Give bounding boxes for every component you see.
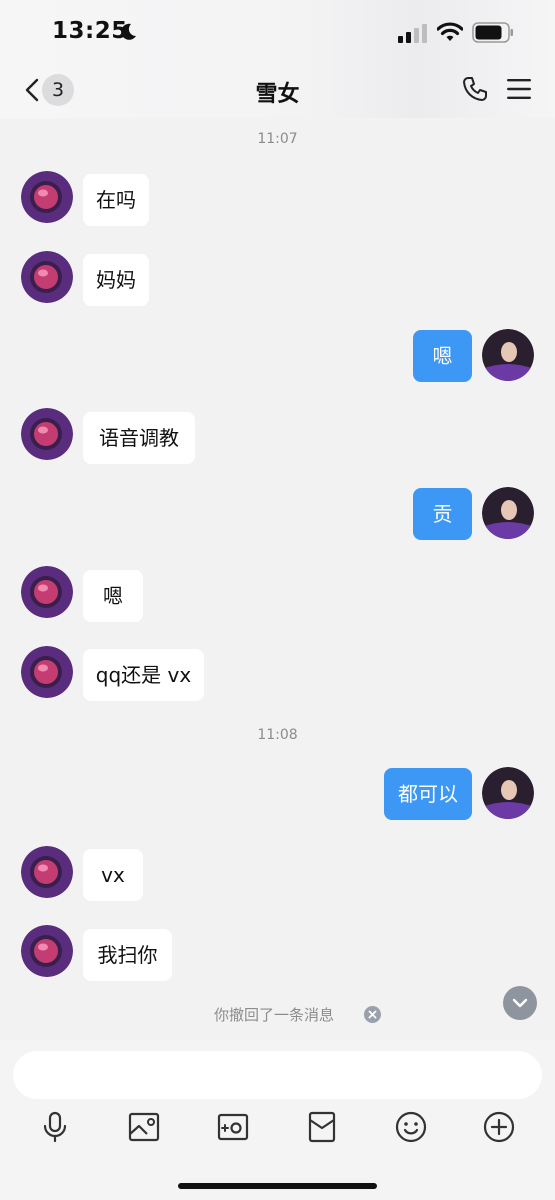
message-bubble-incoming[interactable]: qq还是 vx	[83, 649, 204, 701]
contact-avatar-image	[21, 408, 73, 460]
home-indicator[interactable]	[178, 1183, 377, 1189]
contact-avatar-image	[21, 251, 73, 303]
message-timestamp: 11:07	[257, 131, 298, 147]
microphone-icon[interactable]	[38, 1110, 72, 1144]
message-bubble-incoming[interactable]: 语音调教	[83, 412, 195, 464]
contact-avatar[interactable]	[21, 408, 73, 460]
battery-icon	[472, 22, 513, 43]
user-avatar-image	[482, 767, 534, 819]
contact-avatar-image	[21, 925, 73, 977]
contact-avatar-image	[21, 846, 73, 898]
status-bar: 13:25	[0, 0, 555, 62]
chat-header: 3 雪女	[0, 62, 555, 118]
message-bubble-incoming[interactable]: vx	[83, 849, 143, 901]
message-bubble-outgoing[interactable]: 贡	[413, 488, 472, 540]
red-packet-icon[interactable]	[305, 1110, 339, 1144]
phone-icon[interactable]	[462, 76, 488, 102]
recall-notice-text: 你撤回了一条消息	[214, 1006, 335, 1024]
status-time: 13:25	[52, 18, 128, 44]
wifi-icon	[437, 22, 463, 41]
user-avatar[interactable]	[482, 767, 534, 819]
user-avatar[interactable]	[482, 487, 534, 539]
contact-avatar-image	[21, 566, 73, 618]
message-timestamp: 11:08	[257, 727, 298, 743]
moon-icon	[121, 23, 136, 40]
message-input[interactable]	[13, 1051, 542, 1099]
message-bubble-incoming[interactable]: 在吗	[83, 174, 149, 226]
contact-avatar[interactable]	[21, 846, 73, 898]
contact-avatar-image	[21, 646, 73, 698]
contact-avatar[interactable]	[21, 566, 73, 618]
recall-notice: 你撤回了一条消息	[0, 1002, 555, 1024]
contact-avatar[interactable]	[21, 646, 73, 698]
user-avatar-image	[482, 329, 534, 381]
message-bubble-outgoing[interactable]: 嗯	[413, 330, 472, 382]
emoji-icon[interactable]	[394, 1110, 428, 1144]
close-icon[interactable]	[364, 1006, 381, 1023]
message-bubble-incoming[interactable]: 嗯	[83, 570, 143, 622]
menu-icon[interactable]	[506, 78, 532, 100]
signal-icon	[398, 24, 427, 43]
contact-avatar-image	[21, 171, 73, 223]
image-icon[interactable]	[127, 1110, 161, 1144]
scroll-to-bottom-button[interactable]	[502, 986, 538, 1022]
message-bubble-outgoing[interactable]: 都可以	[384, 768, 472, 820]
camera-icon[interactable]	[216, 1110, 250, 1144]
plus-icon[interactable]	[482, 1110, 516, 1144]
contact-avatar[interactable]	[21, 925, 73, 977]
user-avatar[interactable]	[482, 329, 534, 381]
user-avatar-image	[482, 487, 534, 539]
contact-avatar[interactable]	[21, 251, 73, 303]
input-area	[0, 1040, 555, 1200]
contact-avatar[interactable]	[21, 171, 73, 223]
message-bubble-incoming[interactable]: 我扫你	[83, 929, 172, 981]
message-bubble-incoming[interactable]: 妈妈	[83, 254, 149, 306]
